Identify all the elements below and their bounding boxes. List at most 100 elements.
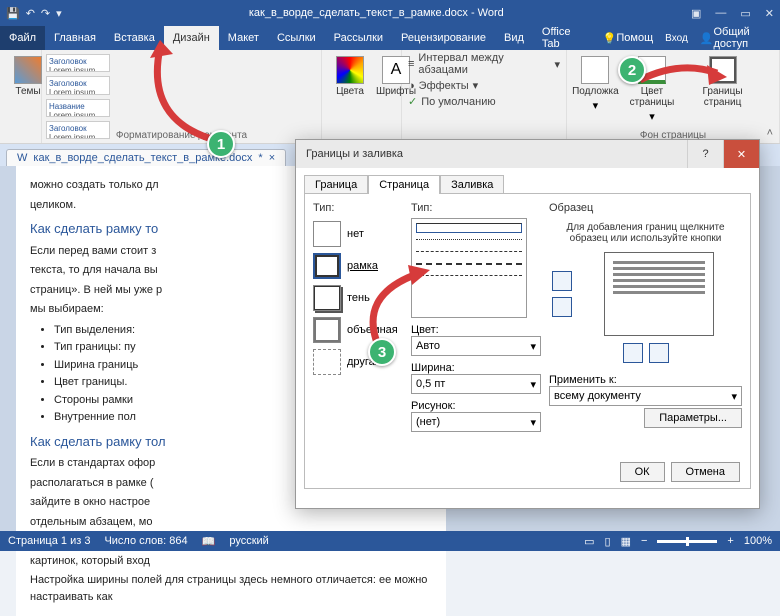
view-print-icon[interactable]: ▯ [605,535,611,548]
document-formatting-gallery[interactable]: ЗаголовокLorem ipsum dolor sit amet text… [42,50,322,143]
custom-icon [313,349,341,375]
spacing-icon: ≡ [408,58,414,70]
redo-icon[interactable]: ↷ [41,7,50,20]
tab-view[interactable]: Вид [495,26,533,50]
page-borders-button[interactable]: Границы страниц [686,54,759,141]
paragraph-spacing-button[interactable]: ≡Интервал между абзацами ▾ [408,52,560,76]
threed-icon [313,317,341,343]
group-label: Форматирование документа [42,130,321,141]
spellcheck-icon[interactable]: 📖 [202,535,216,548]
tab-mailings[interactable]: Рассылки [325,26,392,50]
tab-officetab[interactable]: Office Tab [533,26,597,50]
qat-dropdown-icon[interactable]: ▾ [56,7,62,20]
window-controls: ▣ — ▭ ✕ [691,7,774,20]
line-style-item[interactable] [416,223,522,233]
setting-none[interactable]: нет [313,221,403,247]
paragraph: Настройка ширины полей для страницы здес… [30,572,432,605]
setting-3d[interactable]: объемная [313,317,403,343]
view-web-icon[interactable]: ▦ [621,535,631,548]
options-button[interactable]: Параметры... [644,408,742,428]
help-button[interactable]: 💡Помощ [597,26,659,50]
line-style-list[interactable] [411,218,527,318]
zoom-in-icon[interactable]: + [727,535,733,547]
colors-button[interactable]: Цвета [328,54,372,99]
tab-design[interactable]: Дизайн [164,26,219,50]
set-default-button[interactable]: ✓По умолчанию [408,95,560,108]
dialog-tab-border[interactable]: Граница [304,175,368,194]
dialog-tab-page[interactable]: Страница [368,175,440,194]
effects-icon: ◑ [408,80,415,92]
line-style-item[interactable] [416,275,522,281]
dialog-help-icon[interactable]: ? [687,140,723,168]
edge-right-button[interactable] [649,343,669,363]
borders-shading-dialog: Границы и заливка ? ✕ Граница Страница З… [295,139,760,509]
line-style-item[interactable] [416,251,522,257]
share-button[interactable]: 👤 Общий доступ [694,26,780,50]
label-sample: Образец [549,202,742,214]
style-item[interactable]: ЗаголовокLorem ipsum dolor sit amet text [46,76,110,94]
view-read-icon[interactable]: ▭ [584,535,594,548]
label-setting: Тип: [313,202,403,214]
style-item[interactable]: ЗаголовокLorem ipsum dolor sit amet text [46,54,110,72]
status-language[interactable]: русский [229,535,268,547]
chevron-down-icon: ▾ [554,58,560,71]
effects-button[interactable]: ◑Эффекты ▾ [408,79,560,92]
width-combo[interactable]: 0,5 пт▾ [411,374,541,394]
tab-close-icon[interactable]: × [269,152,275,164]
collapse-ribbon-icon[interactable]: ˄ [767,127,773,139]
annotation-badge-2: 2 [618,56,646,84]
status-bar: Страница 1 из 3 Число слов: 864 📖 русски… [0,531,780,551]
cancel-button[interactable]: Отмена [671,462,740,482]
edge-top-button[interactable] [552,271,572,291]
sample-help-text: Для добавления границ щелкните образец и… [549,222,742,244]
style-item[interactable]: НазваниеLorem ipsum dolor sit amet text [46,99,110,117]
preview-box [604,252,714,336]
themes-icon [14,56,42,84]
edge-left-button[interactable] [623,343,643,363]
dialog-title-bar: Границы и заливка ? ✕ [296,140,759,168]
login-button[interactable]: Вход [659,26,694,50]
ribbon: Темы ЗаголовокLorem ipsum dolor sit amet… [0,50,780,144]
status-page[interactable]: Страница 1 из 3 [8,535,90,547]
line-style-item[interactable] [416,239,522,245]
paragraph: отдельным абзацем, мо [30,514,432,531]
color-combo[interactable]: Авто▾ [411,336,541,356]
annotation-badge-1: 1 [207,130,235,158]
label-color: Цвет: [411,324,541,336]
save-icon[interactable]: 💾 [6,7,20,20]
dialog-tabs: Граница Страница Заливка [296,168,759,193]
label-apply: Применить к: [549,374,742,386]
chevron-down-icon: ▾ [649,110,655,123]
dialog-tab-fill[interactable]: Заливка [440,175,504,194]
undo-icon[interactable]: ↶ [26,7,35,20]
tab-file[interactable]: Файл [0,26,45,50]
close-icon[interactable]: ✕ [765,7,774,20]
lightbulb-icon: 💡 [603,32,617,45]
chevron-down-icon: ▾ [530,378,536,391]
tab-review[interactable]: Рецензирование [392,26,495,50]
status-word-count[interactable]: Число слов: 864 [104,535,187,547]
document-tab[interactable]: W как_в_ворде_сделать_текст_в_рамке.docx… [6,149,286,166]
zoom-out-icon[interactable]: − [641,535,647,547]
edge-bottom-button[interactable] [552,297,572,317]
ok-button[interactable]: ОК [620,462,665,482]
dialog-close-icon[interactable]: ✕ [723,140,759,168]
tab-references[interactable]: Ссылки [268,26,325,50]
minimize-icon[interactable]: — [715,7,726,20]
tab-layout[interactable]: Макет [219,26,268,50]
border-style-column: Тип: Цвет: Авто▾ Ширина: 0,5 пт▾ Рисунок… [411,202,541,480]
none-icon [313,221,341,247]
setting-shadow[interactable]: тень [313,285,403,311]
tab-home[interactable]: Главная [45,26,105,50]
apply-to-combo[interactable]: всему документу▾ [549,386,742,406]
zoom-level[interactable]: 100% [744,535,772,547]
maximize-icon[interactable]: ▭ [740,7,750,20]
zoom-slider[interactable] [657,540,717,543]
watermark-button[interactable]: Подложка▾ [573,54,618,141]
chevron-down-icon: ▾ [473,79,479,92]
ribbon-options-icon[interactable]: ▣ [691,7,701,20]
line-style-item[interactable] [416,263,522,269]
tab-insert[interactable]: Вставка [105,26,164,50]
setting-box[interactable]: рамка [313,253,403,279]
art-combo[interactable]: (нет)▾ [411,412,541,432]
